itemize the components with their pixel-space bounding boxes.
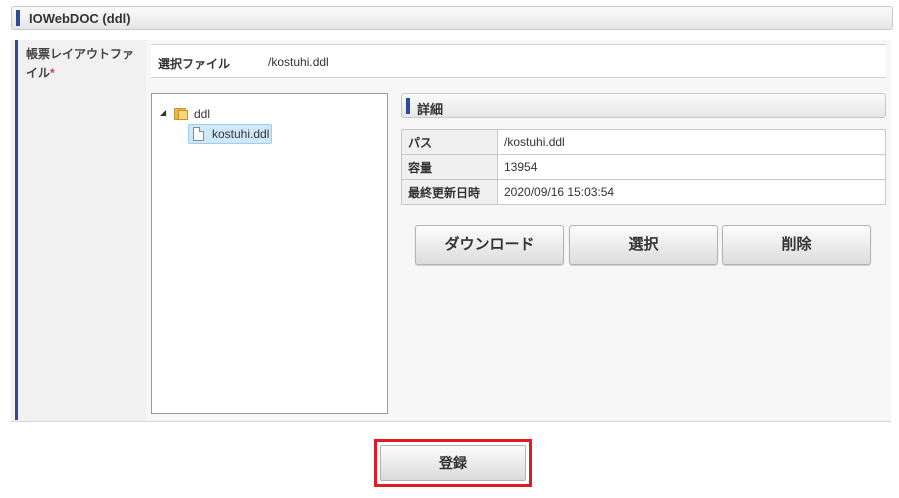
detail-key-modified: 最終更新日時 [401, 179, 498, 205]
file-tree: ◢ ddl kostuhi.ddl [151, 93, 388, 414]
folder-icon [174, 106, 188, 120]
detail-value-path: /kostuhi.ddl [497, 129, 886, 155]
form-row: 帳票レイアウトファイル* 選択ファイル /kostuhi.ddl ◢ ddl k… [11, 40, 891, 422]
field-label: 帳票レイアウトファイル* [26, 45, 138, 83]
detail-value-modified: 2020/09/16 15:03:54 [497, 179, 886, 205]
detail-key-path: パス [401, 129, 498, 155]
expand-toggle-icon[interactable]: ◢ [160, 108, 166, 117]
detail-table: パス /kostuhi.ddl 容量 13954 最終更新日時 2020/09/… [401, 129, 886, 205]
selected-file-row: 選択ファイル /kostuhi.ddl [151, 44, 886, 78]
section-title: IOWebDOC (ddl) [29, 11, 131, 26]
selected-file-value: /kostuhi.ddl [268, 55, 329, 69]
tree-file-kostuhi[interactable]: kostuhi.ddl [188, 124, 272, 144]
detail-accent-bar [406, 98, 410, 114]
table-row: 容量 13954 [401, 154, 886, 180]
select-button[interactable]: 選択 [569, 225, 718, 265]
selected-file-label: 選択ファイル [158, 57, 231, 71]
header-accent-bar [16, 10, 20, 26]
field-label-text: 帳票レイアウトファイル [26, 47, 135, 80]
field-label-column: 帳票レイアウトファイル* [15, 40, 141, 420]
detail-key-size: 容量 [401, 154, 498, 180]
download-button[interactable]: ダウンロード [415, 225, 564, 265]
field-content: 選択ファイル /kostuhi.ddl ◢ ddl kostuhi.ddl 詳細… [146, 40, 891, 420]
section-header: IOWebDOC (ddl) [11, 6, 893, 30]
delete-button[interactable]: 削除 [722, 225, 871, 265]
required-mark: * [50, 66, 55, 80]
detail-header: 詳細 [401, 93, 886, 118]
tree-folder-ddl[interactable]: ddl [194, 107, 210, 121]
detail-value-size: 13954 [497, 154, 886, 180]
submit-highlight: 登録 [374, 439, 532, 487]
detail-title: 詳細 [417, 102, 444, 117]
table-row: 最終更新日時 2020/09/16 15:03:54 [401, 179, 886, 205]
register-button[interactable]: 登録 [380, 445, 526, 481]
tree-file-label: kostuhi.ddl [212, 127, 270, 141]
file-icon [193, 127, 204, 141]
table-row: パス /kostuhi.ddl [401, 129, 886, 155]
